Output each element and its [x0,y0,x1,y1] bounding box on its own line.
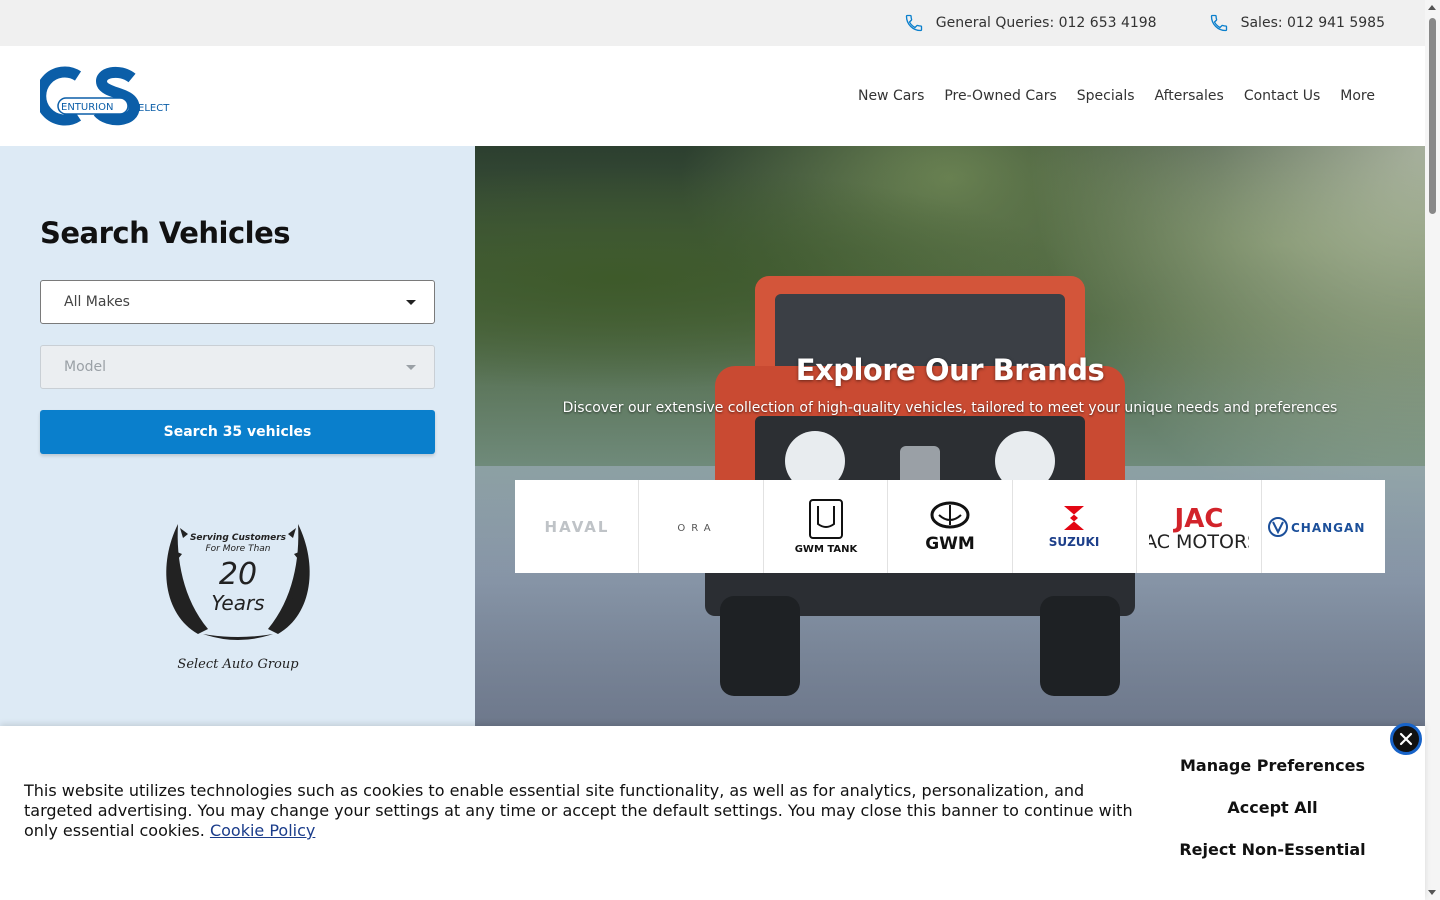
phone-icon [905,14,922,32]
svg-text:HAVAL: HAVAL [544,518,609,536]
svg-text:SUZUKI: SUZUKI [1049,535,1100,549]
nav-pre-owned-cars[interactable]: Pre-Owned Cars [944,88,1056,104]
nav-new-cars[interactable]: New Cars [858,88,924,104]
svg-text:20: 20 [219,557,257,592]
svg-text:JAC MOTORS: JAC MOTORS [1149,531,1249,552]
scroll-up-arrow-icon[interactable] [1428,5,1436,10]
cookie-message: This website utilizes technologies such … [24,781,1144,841]
page-scrollbar[interactable] [1425,0,1440,900]
make-select[interactable]: All Makes [40,280,435,324]
brand-ora[interactable]: ORA [639,480,764,573]
svg-text:For More Than: For More Than [205,544,270,554]
cookie-policy-link[interactable]: Cookie Policy [210,821,315,840]
jac-motors-logo: JAC MOTORS JAC [1149,504,1249,552]
logo-mark: ENTURION ELECT [40,66,170,126]
brand-suzuki[interactable]: SUZUKI [1013,480,1138,573]
scrollbar-thumb[interactable] [1429,18,1436,214]
make-select-value: All Makes [64,294,130,310]
scroll-down-arrow-icon[interactable] [1428,890,1436,895]
sales-text: Sales: 012 941 5985 [1240,15,1385,31]
model-select: Model [40,345,435,389]
nav-more[interactable]: More [1340,88,1375,104]
hero-subtitle: Discover our extensive collection of hig… [562,400,1338,416]
changan-logo: CHANGAN [1268,516,1365,537]
accept-all-button[interactable]: Accept All [1227,798,1317,818]
twenty-years-award-badge: Serving Customers For More Than 20 Years… [166,524,310,672]
search-panel: Search Vehicles All Makes Model Search 3… [0,146,475,726]
general-queries[interactable]: General Queries: 012 653 4198 [904,13,1157,33]
cookie-message-text: This website utilizes technologies such … [24,781,1133,840]
suzuki-logo: SUZUKI [1049,505,1100,549]
caret-down-icon [406,364,416,370]
phone-icon [1210,14,1227,32]
nav-aftersales[interactable]: Aftersales [1155,88,1224,104]
brand-haval[interactable]: HAVAL [515,480,640,573]
general-queries-text: General Queries: 012 653 4198 [935,15,1157,31]
svg-text:Serving Customers: Serving Customers [190,533,287,543]
brand-jac-motors[interactable]: JAC MOTORS JAC [1137,480,1262,573]
svg-text:CHANGAN: CHANGAN [1291,521,1365,535]
search-vehicles-button[interactable]: Search 35 vehicles [40,410,435,454]
manage-preferences-button[interactable]: Manage Preferences [1180,756,1365,776]
brand-changan[interactable]: CHANGAN [1262,480,1385,573]
cookie-banner: This website utilizes technologies such … [0,723,1425,900]
main-nav: New Cars Pre-Owned Cars Specials Aftersa… [858,88,1375,104]
nav-contact-us[interactable]: Contact Us [1244,88,1320,104]
centurion-select-logo[interactable]: ENTURION ELECT [40,66,182,126]
svg-text:Select Auto Group: Select Auto Group [177,657,299,672]
caret-down-icon [406,299,416,305]
gwm-logo: GWM [925,501,975,553]
sales-contact[interactable]: Sales: 012 941 5985 [1209,13,1385,33]
svg-text:Years: Years [211,591,264,615]
cookie-actions: Manage Preferences Accept All Reject Non… [1140,756,1405,860]
search-title: Search Vehicles [40,216,291,250]
svg-text:ORA: ORA [677,523,716,534]
gwm-tank-logo: GWM TANK [794,498,858,555]
svg-text:ELECT: ELECT [138,103,170,114]
svg-text:JAC: JAC [1172,504,1223,534]
svg-text:GWM TANK: GWM TANK [794,544,858,555]
model-select-value: Model [64,359,107,375]
hero-title: Explore Our Brands [795,353,1105,387]
reject-non-essential-button[interactable]: Reject Non-Essential [1179,840,1365,860]
svg-text:GWM: GWM [925,534,975,553]
close-cookie-banner-button[interactable] [1390,723,1422,755]
site-header: ENTURION ELECT New Cars Pre-Owned Cars S… [0,46,1425,146]
hero-banner: Explore Our Brands Discover our extensiv… [475,146,1425,726]
ora-logo: ORA [677,523,716,534]
close-icon [1399,732,1413,746]
haval-logo: HAVAL [544,518,609,536]
nav-specials[interactable]: Specials [1077,88,1135,104]
svg-text:ENTURION: ENTURION [61,102,113,113]
top-contact-bar: General Queries: 012 653 4198 Sales: 012… [0,0,1425,46]
brand-gwm[interactable]: GWM [888,480,1013,573]
brand-strip: HAVAL ORA GWM TANK GWM SUZUKI AC MOTOR J… [515,480,1385,573]
suv-truck-illustration [705,276,1135,696]
brand-gwm-tank[interactable]: GWM TANK [764,480,889,573]
